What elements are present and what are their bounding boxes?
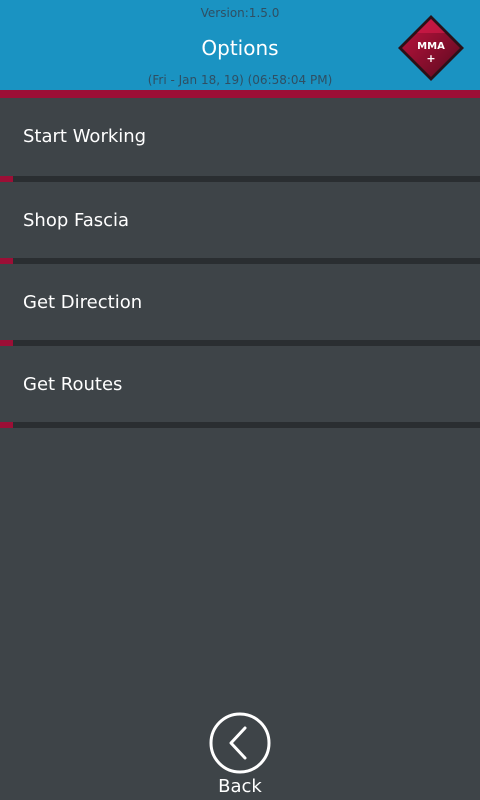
back-label: Back (218, 776, 262, 797)
menu-item-shop-fascia[interactable]: Shop Fascia (0, 182, 480, 260)
menu-item-label: Start Working (23, 126, 147, 147)
menu-item-label: Get Direction (23, 292, 143, 313)
app-logo: MMA + (398, 15, 464, 81)
menu-separator (0, 422, 480, 428)
menu-item-start-working[interactable]: Start Working (0, 98, 480, 176)
chevron-left-circle-icon (209, 712, 271, 774)
separator-accent (0, 422, 13, 428)
back-button[interactable]: Back (200, 710, 280, 798)
header-accent-stripe (0, 90, 480, 98)
menu-item-get-routes[interactable]: Get Routes (0, 346, 480, 424)
logo-plus: + (426, 52, 435, 65)
header-bar: Version:1.5.0 Options (Fri - Jan 18, 19)… (0, 0, 480, 90)
menu-item-label: Get Routes (23, 374, 123, 395)
logo-text: MMA (417, 41, 445, 52)
menu-item-get-direction[interactable]: Get Direction (0, 264, 480, 342)
menu-item-label: Shop Fascia (23, 210, 130, 231)
